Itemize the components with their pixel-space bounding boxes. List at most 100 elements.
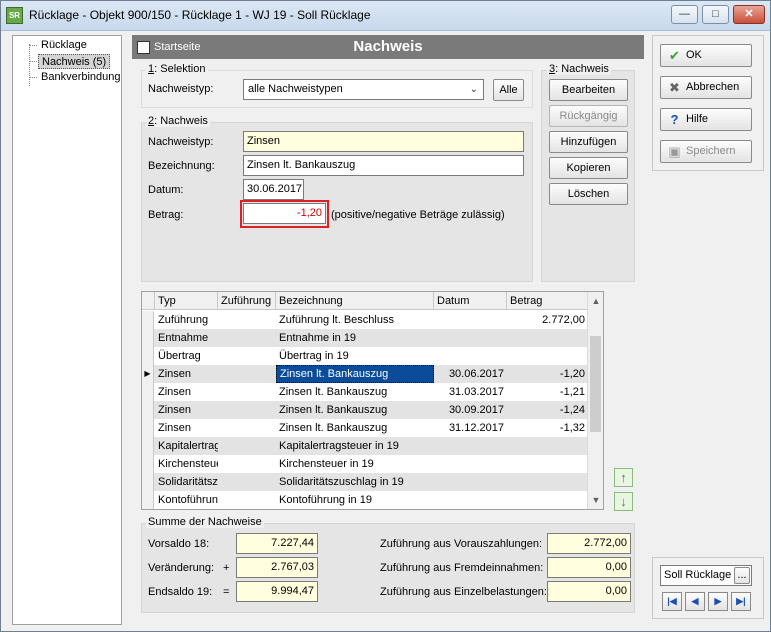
alle-button[interactable]: Alle [493,79,524,101]
speichern-button[interactable]: ▣ Speichern [660,140,752,163]
app-window: SR Rücklage - Objekt 900/150 - Rücklage … [0,0,771,632]
betrag-field[interactable]: -1,20 [243,203,326,224]
datum-field[interactable]: 30.06.2017 [243,179,304,200]
table-row[interactable]: Zinsen Zinsen lt. Bankauszug 31.12.2017 -1,… [142,419,588,437]
table-cell: Kontoführung [158,494,218,506]
table-row[interactable]: Zuführung Zuführung lt. Beschluss 2.772,00 [142,311,588,329]
selektion-nachweistyp-label: Nachweistyp: [148,83,214,95]
next-icon: ▶ [714,596,722,606]
close-icon: ✕ [744,8,754,20]
tree-item-nachweis[interactable]: Nachweis (5) [38,54,111,69]
move-down-button[interactable]: ↓ [614,492,633,511]
table-scrollbar[interactable]: ▲ ▼ [587,292,603,509]
veraenderung-field: 2.767,03 [236,557,318,578]
first-icon: |◀ [667,596,677,606]
kopieren-button[interactable]: Kopieren [549,157,628,179]
column-header-bezeichnung[interactable]: Bezeichnung [276,292,434,310]
scroll-up-icon[interactable]: ▲ [588,293,603,309]
table-row[interactable]: Kirchensteue Kirchensteuer in 19 [142,455,588,473]
table-cell [218,365,276,383]
maximize-icon: □ [712,8,719,20]
bezeichnung-field[interactable]: Zinsen lt. Bankauszug [243,155,524,176]
tree-connector [29,77,37,78]
minimize-icon: — [679,8,690,20]
last-record-button[interactable]: ▶| [731,592,751,611]
betrag-hint: (positive/negative Beträge zulässig) [331,209,505,221]
table-cell [218,347,276,365]
table-cell [218,437,276,455]
minimize-button[interactable]: — [671,5,698,24]
table-cell: Kirchensteuer in 19 [279,458,374,470]
page-title: Nachweis [353,38,423,55]
table-cell [218,473,276,491]
table-cell [507,347,588,365]
first-record-button[interactable]: |◀ [662,592,682,611]
table-cell: Zinsen [158,422,192,434]
title-bar: SR Rücklage - Objekt 900/150 - Rücklage … [1,1,770,31]
zuf-vorauszahlungen-field: 2.772,00 [547,533,631,554]
endsaldo-sign: = [223,586,230,598]
column-header-typ[interactable]: Typ [155,292,218,310]
scroll-thumb[interactable] [590,336,601,432]
table-row[interactable]: ▶ Zinsen Zinsen lt. Bankauszug 30.06.2017 -1… [142,365,588,383]
row-indicator [142,419,154,437]
tree-connector [29,61,37,62]
next-record-button[interactable]: ▶ [708,592,728,611]
nachweistyp-field[interactable]: Zinsen [243,131,524,152]
nachweis-table: Typ Zuführung Bezeichnung Datum Betrag Z… [141,291,604,510]
tree-item-ruecklage[interactable]: Rücklage [38,38,90,53]
move-up-button[interactable]: ↑ [614,468,633,487]
column-header-datum[interactable]: Datum [434,292,507,310]
checkmark-icon: ✔ [669,48,680,63]
table-cell [434,347,507,365]
table-cell: Entnahme in 19 [279,332,357,344]
column-header-zufuehrung[interactable]: Zuführung [218,292,276,310]
abbrechen-button[interactable]: ✖ Abbrechen [660,76,752,99]
table-cell [218,419,276,437]
table-header: Typ Zuführung Bezeichnung Datum Betrag [142,292,588,310]
table-cell [218,401,276,419]
table-row[interactable]: Zinsen Zinsen lt. Bankauszug 30.09.2017 -1,… [142,401,588,419]
table-cell: Zinsen lt. Bankauszug [276,365,434,383]
table-cell [507,473,588,491]
loeschen-button[interactable]: Löschen [549,183,628,205]
zuf-einzelbelastungen-label: Zuführung aus Einzelbelastungen: [380,586,547,598]
table-row[interactable]: Kapitalertrags Kapitalertragsteuer in 19 [142,437,588,455]
table-cell: Entnahme [158,332,209,344]
table-row[interactable]: Kontoführung Kontoführung in 19 [142,491,588,509]
table-cell: Übertrag [158,350,201,362]
table-row[interactable]: Entnahme Entnahme in 19 [142,329,588,347]
hinzufuegen-button[interactable]: Hinzufügen [549,131,628,153]
table-cell: 31.12.2017 [448,422,504,434]
hilfe-button[interactable]: ? Hilfe [660,108,752,131]
column-header-betrag[interactable]: Betrag [507,292,588,310]
navigation-tree: Rücklage Nachweis (5) Bankverbindung [12,35,122,625]
table-row[interactable]: Übertrag Übertrag in 19 [142,347,588,365]
ok-button[interactable]: ✔ OK [660,44,752,67]
record-browse-button[interactable]: ... [734,567,750,584]
row-indicator [142,383,154,401]
table-cell: 31.03.2017 [448,386,504,398]
table-cell [507,329,588,347]
startseite-checkbox[interactable] [137,41,150,54]
maximize-button[interactable]: □ [702,5,729,24]
table-cell [218,329,276,347]
close-button[interactable]: ✕ [733,5,765,24]
endsaldo-label: Endsaldo 19: [148,586,213,598]
table-cell: Zinsen [158,386,192,398]
table-row[interactable]: Solidaritätszu Solidaritätszuschlag in 19 [142,473,588,491]
table-row[interactable]: Zinsen Zinsen lt. Bankauszug 31.03.2017 -1,… [142,383,588,401]
zuf-fremdeinnahmen-label: Zuführung aus Fremdeinnahmen: [380,562,544,574]
actions-title: 3: Nachweis [547,63,611,75]
table-cell: Zinsen [158,368,192,380]
table-cell: Zuführung lt. Beschluss [279,314,394,326]
tree-item-bankverbindung[interactable]: Bankverbindung [38,70,124,85]
datum-label: Datum: [148,184,184,196]
rueckgaengig-button[interactable]: Rückgängig [549,105,628,127]
table-cell: Kontoführung in 19 [279,494,372,506]
scroll-down-icon[interactable]: ▼ [588,492,603,508]
bearbeiten-button[interactable]: Bearbeiten [549,79,628,101]
prev-record-button[interactable]: ◀ [685,592,705,611]
nachweistyp-dropdown[interactable]: alle Nachweistypen ⌄ [243,79,484,100]
save-icon: ▣ [668,144,681,159]
